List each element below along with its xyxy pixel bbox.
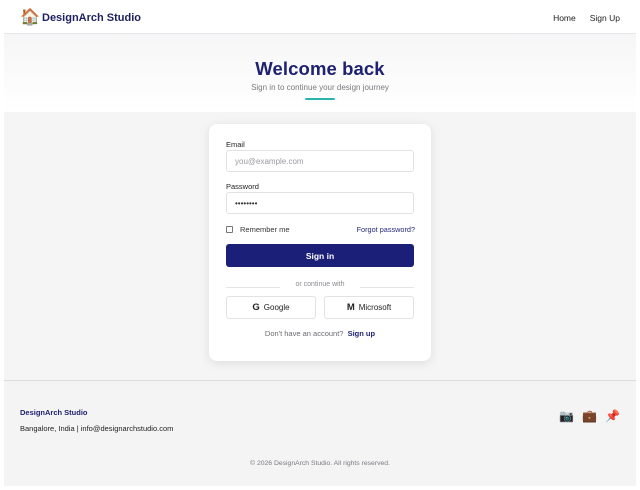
footer-brand: DesignArch Studio xyxy=(20,408,88,417)
top-navbar: 🏠 DesignArch Studio Home Sign Up xyxy=(4,4,636,34)
page-subtitle: Sign in to continue your design journey xyxy=(251,83,389,92)
password-field[interactable] xyxy=(226,192,414,214)
page: 🏠 DesignArch Studio Home Sign Up Welcome… xyxy=(4,4,636,486)
social-icons: 📷 💼 📌 xyxy=(559,409,620,423)
brand-name[interactable]: DesignArch Studio xyxy=(42,12,141,24)
google-label: Google xyxy=(263,303,290,312)
nav-link-home[interactable]: Home xyxy=(553,13,576,23)
briefcase-icon[interactable]: 💼 xyxy=(582,409,597,423)
brand[interactable]: 🏠 DesignArch Studio xyxy=(20,9,141,27)
pushpin-icon[interactable]: 📌 xyxy=(605,409,620,423)
copyright: © 2026 DesignArch Studio. All rights res… xyxy=(250,460,390,467)
microsoft-button[interactable]: M Microsoft xyxy=(324,296,414,319)
footer-contact: Bangalore, India | info@designarchstudio… xyxy=(20,424,174,433)
google-button[interactable]: G Google xyxy=(226,296,316,319)
footer: DesignArch Studio Bangalore, India | inf… xyxy=(4,380,636,486)
signup-row: Don't have an account? Sign up xyxy=(209,329,431,338)
microsoft-icon: M xyxy=(346,302,355,313)
password-label: Password xyxy=(226,182,259,191)
nav-link-signup[interactable]: Sign Up xyxy=(590,13,620,23)
microsoft-label: Microsoft xyxy=(358,303,392,312)
nav-links: Home Sign Up xyxy=(553,13,620,23)
signup-link[interactable]: Sign up xyxy=(348,329,376,338)
forgot-password-link[interactable]: Forgot password? xyxy=(357,225,415,234)
remember-me-checkbox[interactable] xyxy=(226,226,233,233)
house-icon: 🏠 xyxy=(20,9,40,26)
camera-icon[interactable]: 📷 xyxy=(559,409,574,423)
title-accent-bar xyxy=(305,98,335,100)
signup-prompt: Don't have an account? xyxy=(264,329,344,338)
sign-in-button[interactable]: Sign in xyxy=(226,244,414,267)
remember-me-label[interactable]: Remember me xyxy=(240,225,290,234)
email-field[interactable] xyxy=(226,150,414,172)
remember-me[interactable]: Remember me xyxy=(226,225,290,234)
page-title: Welcome back xyxy=(255,58,385,79)
login-card: Email Password Remember me Forgot passwo… xyxy=(209,124,431,361)
divider-right xyxy=(360,287,414,288)
email-label: Email xyxy=(226,140,245,149)
google-icon: G xyxy=(252,302,260,313)
hero: Welcome back Sign in to continue your de… xyxy=(4,34,636,112)
